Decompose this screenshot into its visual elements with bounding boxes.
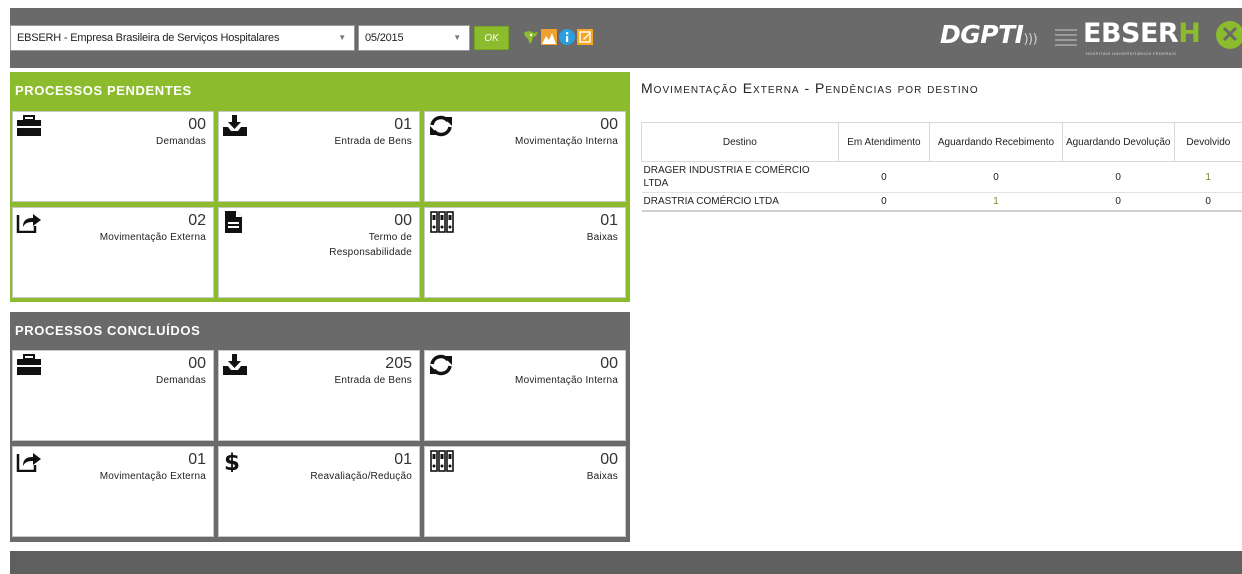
tile-label: Entrada de Bens [334, 375, 412, 386]
pending-processes-title: PROCESSOS PENDENTES [15, 83, 192, 98]
tile-label: Movimentação Externa [99, 232, 206, 243]
completed-tile-baixas[interactable]: 00 Baixas [424, 446, 626, 537]
external-movement-title: Movimentação Externa - Pendências por de… [641, 80, 979, 96]
tile-label: Baixas [586, 232, 618, 243]
cell-em-atendimento: 0 [838, 192, 930, 212]
completed-tile-entrada-de-bens[interactable]: 205 Entrada de Bens [218, 350, 420, 441]
top-bar: EBSERH - Empresa Brasileira de Serviços … [10, 8, 1242, 68]
ebserh-logo-main: EBSER [1083, 18, 1179, 49]
chart-icon[interactable] [541, 29, 557, 45]
cell-aguardando-devolucao: 0 [1062, 192, 1175, 212]
tile-count: 00 [188, 116, 206, 133]
tile-label: Entrada de Bens [334, 136, 412, 147]
tile-label: Movimentação Interna [515, 375, 618, 386]
tile-label: Movimentação Interna [515, 136, 618, 147]
tile-count: 00 [600, 451, 618, 468]
pending-tile-movimentacao-externa[interactable]: 02 Movimentação Externa [12, 207, 214, 298]
chevron-down-icon: ▼ [453, 33, 461, 42]
briefcase-icon [17, 354, 41, 375]
cell-aguardando-recebimento-link[interactable]: 1 [929, 192, 1063, 212]
completed-tile-movimentacao-interna[interactable]: 00 Movimentação Interna [424, 350, 626, 441]
completed-processes-title: PROCESSOS CONCLUÍDOS [15, 323, 201, 338]
dgpti-logo-text: DGPTI [940, 20, 1024, 49]
table-row: DRAGER INDUSTRIA E COMÉRCIO LTDA 0 0 0 1 [641, 161, 1242, 193]
inbox-download-icon [223, 115, 247, 136]
cell-destino: DRAGER INDUSTRIA E COMÉRCIO LTDA [641, 161, 839, 193]
company-select[interactable]: EBSERH - Empresa Brasileira de Serviços … [10, 25, 355, 51]
tile-label: Termo de Responsabilidade [329, 232, 412, 258]
inbox-download-icon [223, 354, 247, 375]
completed-tile-reavaliacao-reducao[interactable]: $ 01 Reavaliação/Redução [218, 446, 420, 537]
cell-aguardando-recebimento: 0 [929, 161, 1063, 193]
pending-tile-termo-de-responsabilidade[interactable]: 00 Termo de Responsabilidade [218, 207, 420, 298]
share-icon [16, 453, 41, 472]
archive-icon [430, 450, 454, 472]
archive-icon [430, 211, 454, 233]
external-movement-table: Destino Em Atendimento Aguardando Recebi… [641, 122, 1242, 212]
tile-count: 01 [394, 451, 412, 468]
svg-text:$: $ [224, 450, 240, 472]
edit-icon[interactable] [577, 29, 593, 45]
tile-label: Baixas [586, 471, 618, 482]
tile-label: Reavaliação/Redução [310, 471, 412, 482]
column-header-aguardando-devolucao: Aguardando Devolução [1061, 122, 1175, 162]
tile-label: Movimentação Externa [99, 471, 206, 482]
column-header-aguardando-recebimento: Aguardando Recebimento [929, 122, 1063, 162]
company-select-value: EBSERH - Empresa Brasileira de Serviços … [17, 32, 280, 44]
table-header-row: Destino Em Atendimento Aguardando Recebi… [641, 122, 1242, 162]
close-icon: ✕ [1220, 22, 1240, 47]
tile-count: 00 [600, 116, 618, 133]
cell-em-atendimento: 0 [838, 161, 930, 193]
tile-count: 01 [394, 116, 412, 133]
ebserh-subtitle: HOSPITAIS UNIVERSITÁRIOS FEDERAIS [1086, 51, 1177, 56]
column-header-em-atendimento: Em Atendimento [837, 122, 930, 162]
pending-tile-entrada-de-bens[interactable]: 01 Entrada de Bens [218, 111, 420, 202]
table-row: DRASTRIA COMÉRCIO LTDA 0 1 0 0 [641, 192, 1242, 212]
briefcase-icon [17, 115, 41, 136]
tile-count: 00 [188, 355, 206, 372]
chevron-down-icon: ▼ [338, 33, 346, 42]
ok-button[interactable]: OK [474, 26, 509, 50]
footer-bar [10, 551, 1242, 574]
period-select-value: 05/2015 [365, 32, 404, 44]
tile-label: Demandas [156, 136, 206, 147]
info-icon[interactable] [559, 29, 575, 45]
completed-tile-movimentacao-externa[interactable]: 01 Movimentação Externa [12, 446, 214, 537]
refresh-icon [430, 115, 452, 137]
tile-count: 205 [385, 355, 412, 372]
map-icon[interactable] [523, 29, 539, 45]
refresh-icon [430, 354, 452, 376]
period-select[interactable]: 05/2015 ▼ [358, 25, 470, 51]
cell-aguardando-devolucao: 0 [1062, 161, 1175, 193]
tile-label: Demandas [156, 375, 206, 386]
dgpti-lines-icon [1055, 29, 1077, 46]
cell-devolvido-link[interactable]: 1 [1174, 161, 1242, 193]
dgpti-logo: DGPTI))) [940, 20, 1038, 49]
cell-devolvido: 0 [1174, 192, 1242, 212]
pending-tile-demandas[interactable]: 00 Demandas [12, 111, 214, 202]
pending-tile-baixas[interactable]: 01 Baixas [424, 207, 626, 298]
tile-count: 00 [600, 355, 618, 372]
close-button[interactable]: ✕ [1216, 21, 1242, 49]
pending-tile-movimentacao-interna[interactable]: 00 Movimentação Interna [424, 111, 626, 202]
column-header-destino: Destino [641, 122, 839, 162]
completed-processes-panel: PROCESSOS CONCLUÍDOS 00 Demandas 205 Ent… [10, 312, 630, 542]
cell-destino: DRASTRIA COMÉRCIO LTDA [641, 192, 839, 212]
tile-count: 01 [600, 212, 618, 229]
ebserh-logo: EBSERH [1083, 18, 1201, 49]
tile-count: 00 [394, 212, 412, 229]
dollar-icon: $ [224, 450, 240, 472]
share-icon [16, 214, 41, 233]
completed-tile-demandas[interactable]: 00 Demandas [12, 350, 214, 441]
document-icon [225, 211, 242, 233]
column-header-devolvido: Devolvido [1173, 122, 1242, 162]
tile-count: 02 [188, 212, 206, 229]
ebserh-logo-h: H [1178, 18, 1201, 49]
tile-count: 01 [188, 451, 206, 468]
pending-processes-panel: PROCESSOS PENDENTES 00 Demandas 01 Entra… [10, 72, 630, 302]
